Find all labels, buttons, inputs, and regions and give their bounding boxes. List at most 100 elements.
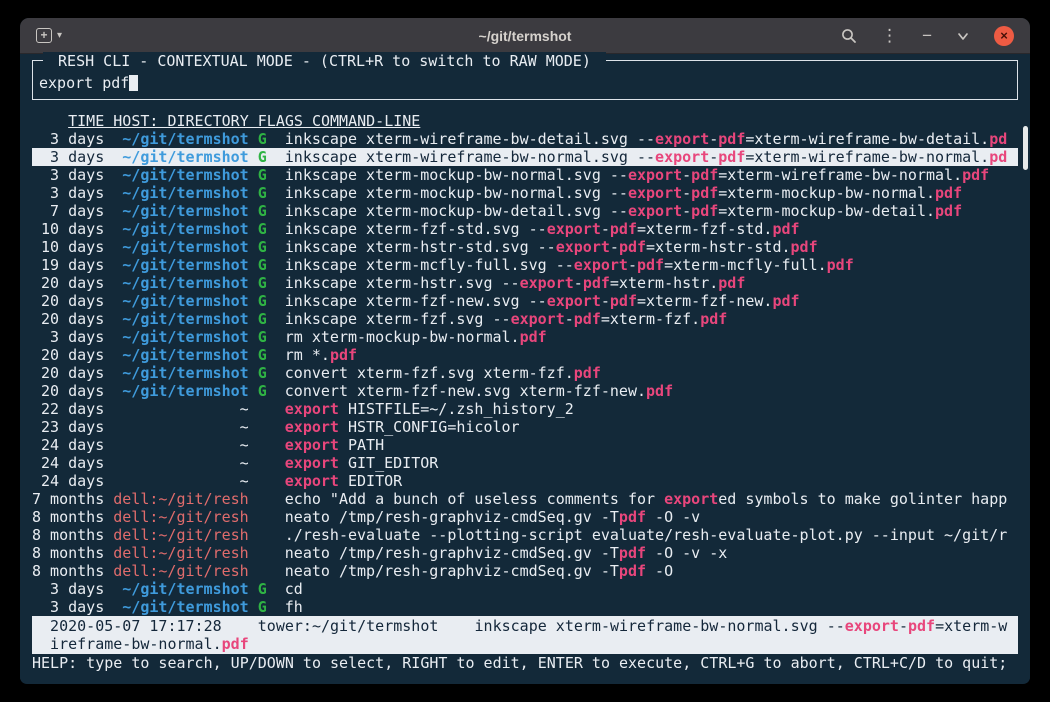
history-row[interactable]: 20 days~/git/termshotGconvert xterm-fzf.…: [32, 364, 1018, 382]
history-row-selected[interactable]: 3 days~/git/termshotGinkscape xterm-wire…: [32, 148, 1018, 166]
history-row[interactable]: 7 months dell:~/git/resh echo "Add a bunch…: [32, 490, 1018, 508]
entry-host-directory: ~/git/termshot: [113, 310, 248, 328]
entry-flag: [258, 472, 267, 490]
entry-time: 22 days: [32, 400, 104, 418]
entry-host-directory: ~/git/termshot: [113, 148, 248, 166]
entry-host-directory: dell:~/git/resh: [113, 544, 248, 562]
entry-flag: G: [258, 130, 267, 148]
entry-flag: [258, 454, 267, 472]
entry-time: 20 days: [32, 292, 104, 310]
entry-flag: G: [258, 238, 267, 256]
entry-time: 3 days: [32, 598, 104, 616]
history-row[interactable]: 20 days~/git/termshotGinkscape xterm-fzf…: [32, 310, 1018, 328]
history-row[interactable]: 7 days~/git/termshotGinkscape xterm-mock…: [32, 202, 1018, 220]
entry-command: inkscape xterm-wireframe-bw-detail.svg -…: [285, 130, 1018, 148]
entry-flag: [258, 400, 267, 418]
history-row[interactable]: 20 days~/git/termshotGinkscape xterm-fzf…: [32, 292, 1018, 310]
history-row[interactable]: 8 monthsdell:~/git/reshneato /tmp/resh-g…: [32, 544, 1018, 562]
entry-command: inkscape xterm-mockup-bw-normal.svg --ex…: [285, 166, 1018, 184]
close-button[interactable]: ×: [994, 26, 1014, 46]
history-row[interactable]: 20 days~/git/termshotGconvert xterm-fzf-…: [32, 382, 1018, 400]
scrollbar-thumb[interactable]: [1023, 126, 1028, 170]
restore-window-icon: [956, 29, 970, 43]
search-query-line[interactable]: export pdf: [39, 74, 138, 92]
history-row[interactable]: 3 days~/git/termshotGrm xterm-mockup-bw-…: [32, 328, 1018, 346]
match-highlight: export: [655, 148, 709, 166]
history-row[interactable]: 22 days~export HISTFILE=~/.zsh_history_2: [32, 400, 1018, 418]
entry-host-directory: ~/git/termshot: [113, 292, 248, 310]
match-highlight: pdf: [718, 148, 745, 166]
titlebar[interactable]: + ▾ ~/git/termshot ⋮ − ×: [20, 18, 1030, 54]
match-highlight: pdf: [619, 562, 646, 580]
history-row[interactable]: 3 days~/git/termshotGinkscape xterm-mock…: [32, 184, 1018, 202]
history-row[interactable]: 8 months dell:~/git/resh neato /tmp/resh-g…: [32, 562, 1018, 580]
match-highlight: pdf: [935, 202, 962, 220]
entry-time: 8 months: [32, 526, 104, 544]
history-row[interactable]: 8 monthsdell:~/git/reshneato /tmp/resh-g…: [32, 508, 1018, 526]
entry-time: 3 days: [32, 166, 104, 184]
entry-time: 20 days: [32, 382, 104, 400]
terminal-screen[interactable]: RESH CLI - CONTEXTUAL MODE - (CTRL+R to …: [20, 54, 1030, 683]
entry-flag: G: [258, 184, 267, 202]
history-row[interactable]: 24 days~export EDITOR: [32, 472, 1018, 490]
match-highlight: export: [547, 220, 601, 238]
history-row[interactable]: 3 days~/git/termshotGfh: [32, 598, 1018, 616]
menu-button[interactable]: ⋮: [881, 27, 898, 44]
history-row[interactable]: 10 days~/git/termshotGinkscape xterm-hst…: [32, 238, 1018, 256]
entry-time: 3 days: [32, 184, 104, 202]
history-row[interactable]: 3 days~/git/termshotGinkscape xterm-mock…: [32, 166, 1018, 184]
match-highlight: pdf: [691, 166, 718, 184]
history-row[interactable]: 24 days~export GIT_EDITOR: [32, 454, 1018, 472]
history-row[interactable]: 24 days~export PATH: [32, 436, 1018, 454]
entry-flag: G: [258, 346, 267, 364]
entry-host-directory: dell:~/git/resh: [113, 562, 248, 580]
match-highlight: pdf: [772, 292, 799, 310]
entry-host-directory: ~/git/termshot: [113, 598, 248, 616]
entry-host-directory: ~/git/termshot: [113, 580, 248, 598]
minimize-button[interactable]: −: [922, 27, 932, 44]
new-terminal-split-button[interactable]: + ▾: [36, 28, 62, 43]
chevron-down-icon: ▾: [57, 30, 62, 41]
history-row[interactable]: 10 days~/git/termshotGinkscape xterm-fzf…: [32, 220, 1018, 238]
entry-command: neato /tmp/resh-graphviz-cmdSeq.gv -Tpdf…: [285, 562, 1018, 580]
entry-time: 20 days: [32, 346, 104, 364]
entry-host-directory: ~/git/termshot: [113, 202, 248, 220]
restore-button[interactable]: [956, 29, 970, 43]
match-highlight: pdf: [962, 166, 989, 184]
match-highlight: export: [285, 454, 339, 472]
entry-host-directory: dell:~/git/resh: [113, 490, 248, 508]
entry-time: 3 days: [32, 130, 104, 148]
match-highlight: export: [511, 310, 565, 328]
entry-time: 7 months: [32, 490, 104, 508]
match-highlight: export: [547, 292, 601, 310]
search-query[interactable]: export pdf: [39, 74, 129, 92]
entry-time: 8 months: [32, 562, 104, 580]
search-button[interactable]: [841, 28, 857, 44]
entry-flag: G: [258, 382, 267, 400]
entry-host-directory: dell:~/git/resh: [113, 508, 248, 526]
history-list: 3 days ~/git/termshot Ginkscape xterm-wire…: [32, 130, 1018, 616]
history-row[interactable]: 20 days~/git/termshotGinkscape xterm-hst…: [32, 274, 1018, 292]
history-row[interactable]: 19 days~/git/termshotGinkscape xterm-mcf…: [32, 256, 1018, 274]
history-row[interactable]: 20 days~/git/termshotGrm *.pdf: [32, 346, 1018, 364]
history-row[interactable]: 3 days~/git/termshotGinkscape xterm-wire…: [32, 130, 1018, 148]
entry-flag: G: [258, 274, 267, 292]
match-highlight: pdf: [222, 635, 249, 653]
entry-flag: G: [258, 148, 267, 166]
match-highlight: pdf: [646, 382, 673, 400]
history-row[interactable]: 8 monthsdell:~/git/resh./resh-evaluate -…: [32, 526, 1018, 544]
match-highlight: pdf: [619, 544, 646, 562]
history-row[interactable]: 3 days~/git/termshotGcd: [32, 580, 1018, 598]
entry-time: 7 days: [32, 202, 104, 220]
history-row[interactable]: 23 days~export HSTR_CONFIG=hicolor: [32, 418, 1018, 436]
entry-command: inkscape xterm-fzf-std.svg --export-pdf=…: [285, 220, 1018, 238]
entry-flag: G: [258, 256, 267, 274]
entry-command: echo "Add a bunch of useless comments fo…: [285, 490, 1018, 508]
entry-flag: [258, 562, 267, 580]
entry-flag: G: [258, 364, 267, 382]
resh-mode-title: RESH CLI - CONTEXTUAL MODE - (CTRL+R to …: [43, 52, 606, 70]
entry-flag: G: [258, 328, 267, 346]
entry-command: inkscape xterm-fzf.svg --export-pdf=xter…: [285, 310, 1018, 328]
entry-time: 8 months: [32, 508, 104, 526]
match-highlight: pdf: [619, 238, 646, 256]
